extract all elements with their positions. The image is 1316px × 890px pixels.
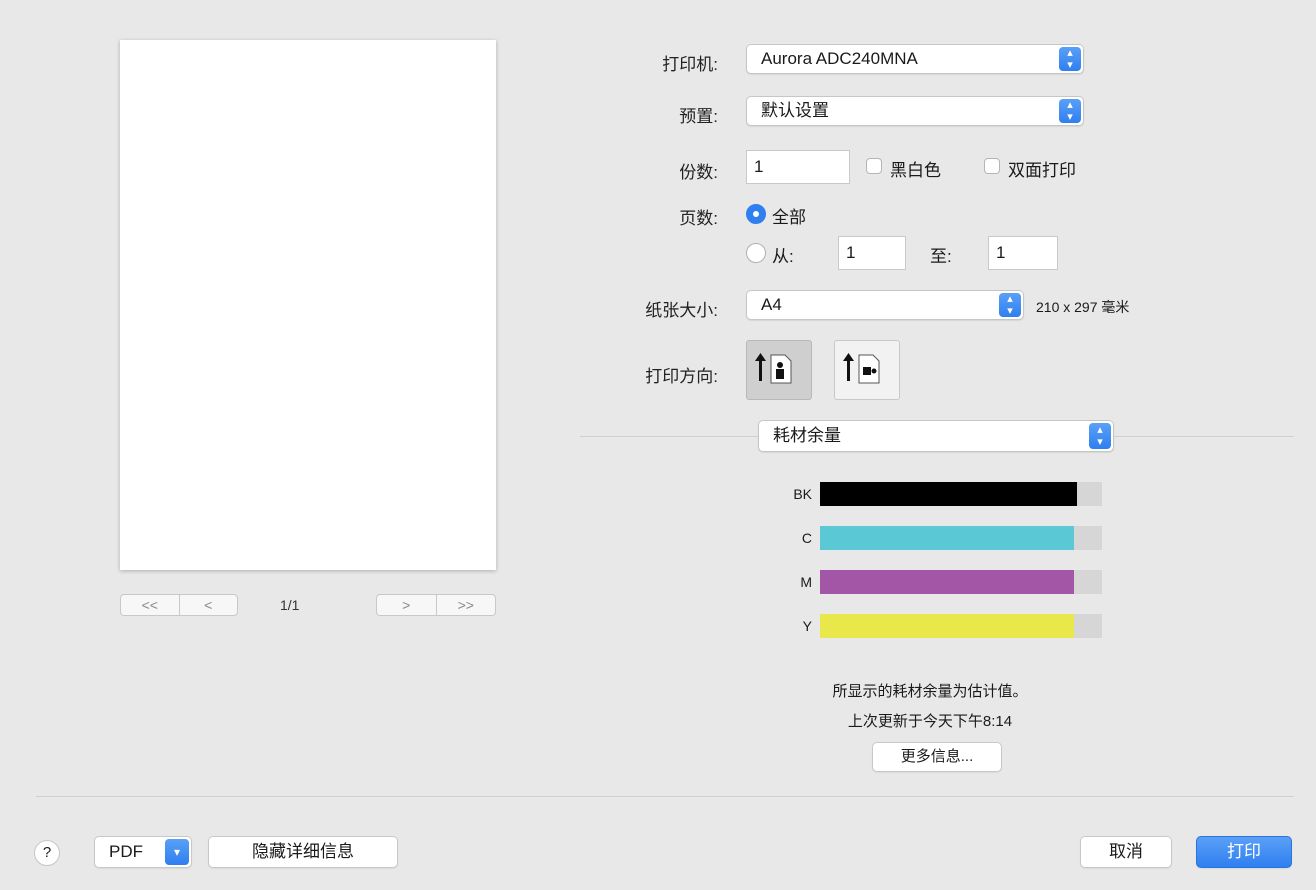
copies-label: 份数: (679, 163, 718, 182)
first-page-button[interactable]: << (121, 595, 179, 615)
paper-size-select[interactable]: A4 ▴ ▾ (746, 290, 1024, 320)
last-update-text: 上次更新于今天下午8:14 (847, 713, 1013, 730)
print-button[interactable]: 打印 (1196, 836, 1292, 868)
supply-label-c: C (801, 530, 812, 546)
chevron-down-icon: ▾ (165, 839, 189, 865)
bw-label: 黑白色 (890, 161, 941, 180)
hide-details-button[interactable]: 隐藏详细信息 (208, 836, 398, 868)
pages-to-label: 至: (930, 247, 952, 266)
portrait-orientation-button[interactable] (746, 340, 812, 400)
pages-range-radio[interactable] (746, 243, 766, 263)
portrait-icon (755, 353, 792, 384)
pages-to-input[interactable]: 1 (988, 236, 1058, 270)
chevron-updown-icon: ▴ ▾ (1059, 99, 1081, 123)
supply-fill-m (820, 570, 1074, 594)
bw-checkbox[interactable] (866, 158, 882, 174)
supply-fill-c (820, 526, 1074, 550)
copies-input[interactable]: 1 (746, 150, 850, 184)
preview-nav-back: << < (120, 594, 238, 616)
estimate-note: 所显示的耗材余量为估计值。 (832, 683, 1028, 700)
supply-bar-c (820, 526, 1102, 550)
duplex-label: 双面打印 (1008, 161, 1076, 180)
paper-size-value: A4 (761, 295, 782, 314)
supply-label-y: Y (802, 618, 812, 634)
last-page-button[interactable]: >> (435, 595, 496, 615)
chevron-updown-icon: ▴ ▾ (1089, 423, 1111, 449)
duplex-checkbox[interactable] (984, 158, 1000, 174)
preset-value: 默认设置 (761, 101, 829, 120)
supply-bar-y (820, 614, 1102, 638)
next-page-button[interactable]: > (377, 595, 436, 615)
supply-bar-bk (820, 482, 1102, 506)
printer-select[interactable]: Aurora ADC240MNA ▴ ▾ (746, 44, 1084, 74)
pages-all-radio[interactable] (746, 204, 766, 224)
pages-all-label: 全部 (772, 208, 806, 227)
preset-select[interactable]: 默认设置 ▴ ▾ (746, 96, 1084, 126)
footer-divider (36, 796, 1294, 797)
orientation-label: 打印方向: (645, 367, 718, 386)
pages-label: 页数: (679, 209, 718, 228)
supply-label-bk: BK (793, 486, 812, 502)
pages-from-input[interactable]: 1 (838, 236, 906, 270)
help-icon[interactable]: ? (34, 840, 60, 866)
paper-dimensions: 210 x 297 毫米 (1036, 299, 1130, 315)
page-indicator: 1/1 (280, 597, 300, 613)
cancel-button[interactable]: 取消 (1080, 836, 1172, 868)
supply-fill-bk (820, 482, 1077, 506)
preset-label: 预置: (679, 107, 718, 126)
supply-bar-m (820, 570, 1102, 594)
supply-fill-y (820, 614, 1074, 638)
chevron-updown-icon: ▴ ▾ (999, 293, 1021, 317)
paper-size-label: 纸张大小: (645, 301, 718, 320)
pdf-menu-button[interactable]: PDF ▾ (94, 836, 192, 868)
printer-label: 打印机: (662, 55, 718, 74)
pages-from-label: 从: (772, 247, 794, 266)
landscape-orientation-button[interactable] (834, 340, 900, 400)
more-info-button[interactable]: 更多信息... (872, 742, 1002, 772)
pdf-label: PDF (109, 842, 143, 861)
page-preview (120, 40, 496, 570)
section-select[interactable]: 耗材余量 ▴ ▾ (758, 420, 1114, 452)
landscape-icon (843, 353, 880, 384)
printer-value: Aurora ADC240MNA (761, 49, 918, 68)
supply-label-m: M (800, 574, 812, 590)
prev-page-button[interactable]: < (178, 595, 238, 615)
section-value: 耗材余量 (773, 426, 841, 445)
chevron-updown-icon: ▴ ▾ (1059, 47, 1081, 71)
preview-nav-forward: > >> (376, 594, 496, 616)
